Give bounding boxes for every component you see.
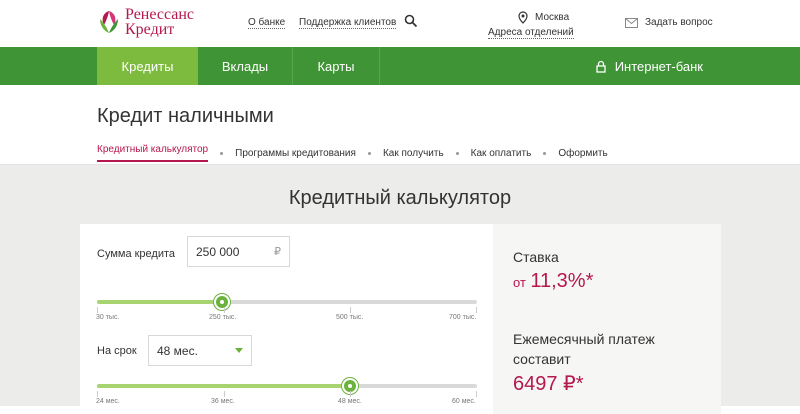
amount-tick-label: 250 тыс. (209, 314, 237, 321)
page-header: Кредит наличными Кредитный калькулятор П… (0, 85, 800, 165)
about-link[interactable]: О банке (248, 17, 286, 29)
dot-separator (367, 151, 371, 155)
tick-mark (97, 307, 98, 313)
amount-slider-fill (97, 300, 222, 304)
amount-tick-label: 30 тыс. (96, 314, 120, 321)
tab-credits[interactable]: Кредиты (97, 47, 198, 85)
tick-mark (224, 307, 225, 313)
term-select[interactable]: 48 мес. (148, 335, 252, 366)
city-selector[interactable]: Москва (535, 12, 569, 23)
amount-label: Сумма кредита (97, 248, 176, 260)
currency-sign: ₽ (274, 246, 281, 258)
logo-text: Ренессанс Кредит (125, 6, 195, 38)
term-row: На срок 48 мес. 24 мес. 36 мес. 48 мес. … (80, 325, 493, 407)
bank-logo[interactable]: Ренессанс Кредит (97, 6, 195, 38)
term-slider-fill (97, 384, 350, 388)
amount-tick-label: 700 тыс. (449, 314, 477, 321)
subnav-apply-label: Оформить (558, 147, 608, 159)
subnav-how-to-pay[interactable]: Как оплатить (455, 144, 532, 162)
payment-label-line1: Ежемесячный платеж (513, 331, 655, 347)
result-panel: Ставка от 11,3%* Ежемесячный платеж сост… (493, 224, 721, 414)
payment-label-line2: составит (513, 351, 571, 367)
term-tick-label: 24 мес. (96, 398, 120, 405)
subnav-programs-label: Программы кредитования (235, 147, 356, 159)
rate-value-row: от 11,3%* (513, 270, 593, 293)
chevron-down-icon (235, 348, 243, 353)
page-title: Кредит наличными (97, 105, 274, 127)
tick-mark (350, 391, 351, 397)
internet-bank-label: Интернет-банк (614, 58, 703, 74)
subnav-apply[interactable]: Оформить (543, 144, 608, 162)
sub-navigation: Кредитный калькулятор Программы кредитов… (97, 144, 620, 162)
top-header: Ренессанс Кредит О банке Поддержка клиен… (0, 0, 800, 47)
dot-separator (455, 151, 459, 155)
logo-line1: Ренессанс (125, 6, 195, 23)
term-tick-label: 36 мес. (211, 398, 235, 405)
tick-mark (224, 391, 225, 397)
support-link[interactable]: Поддержка клиентов (299, 17, 397, 29)
ask-question-link[interactable]: Задать вопрос (625, 17, 713, 28)
tab-deposits[interactable]: Вклады (198, 47, 292, 85)
rate-prefix: от (513, 275, 526, 290)
lock-icon (596, 60, 606, 73)
rate-label: Ставка (513, 249, 559, 265)
term-label: На срок (97, 345, 137, 357)
payment-value: 6497 ₽* (513, 373, 584, 395)
tab-cards[interactable]: Карты (293, 47, 379, 85)
amount-slider-handle[interactable] (214, 294, 230, 310)
subnav-how-to-pay-label: Как оплатить (470, 147, 532, 159)
term-value: 48 мес. (157, 343, 198, 358)
logo-line2: Кредит (125, 21, 175, 38)
tick-mark (476, 307, 477, 313)
search-icon[interactable] (404, 14, 418, 28)
rate-value: 11,3%* (530, 270, 594, 292)
nav-divider (379, 47, 380, 85)
subnav-how-to-get[interactable]: Как получить (367, 144, 444, 162)
logo-icon (100, 11, 118, 33)
amount-input[interactable]: 250 000 ₽ (187, 236, 290, 267)
dot-separator (220, 151, 224, 155)
calculator-title: Кредитный калькулятор (288, 187, 512, 209)
main-nav: Кредиты Вклады Карты Интернет-банк (0, 47, 800, 85)
term-tick-label: 60 мес. (452, 398, 476, 405)
branches-link[interactable]: Адреса отделений (488, 27, 574, 39)
term-tick-label: 48 мес. (338, 398, 362, 405)
tick-mark (350, 307, 351, 313)
amount-tick-label: 500 тыс. (336, 314, 364, 321)
dot-separator (543, 151, 547, 155)
ask-label: Задать вопрос (645, 17, 713, 28)
mail-icon (625, 17, 638, 28)
location-pin-icon (518, 11, 528, 24)
tick-mark (476, 391, 477, 397)
subnav-how-to-get-label: Как получить (382, 147, 444, 159)
internet-bank-button[interactable]: Интернет-банк (596, 47, 703, 85)
tick-mark (97, 391, 98, 397)
subnav-programs[interactable]: Программы кредитования (220, 144, 356, 162)
amount-value: 250 000 (196, 244, 240, 259)
subnav-calculator[interactable]: Кредитный калькулятор (97, 144, 209, 162)
